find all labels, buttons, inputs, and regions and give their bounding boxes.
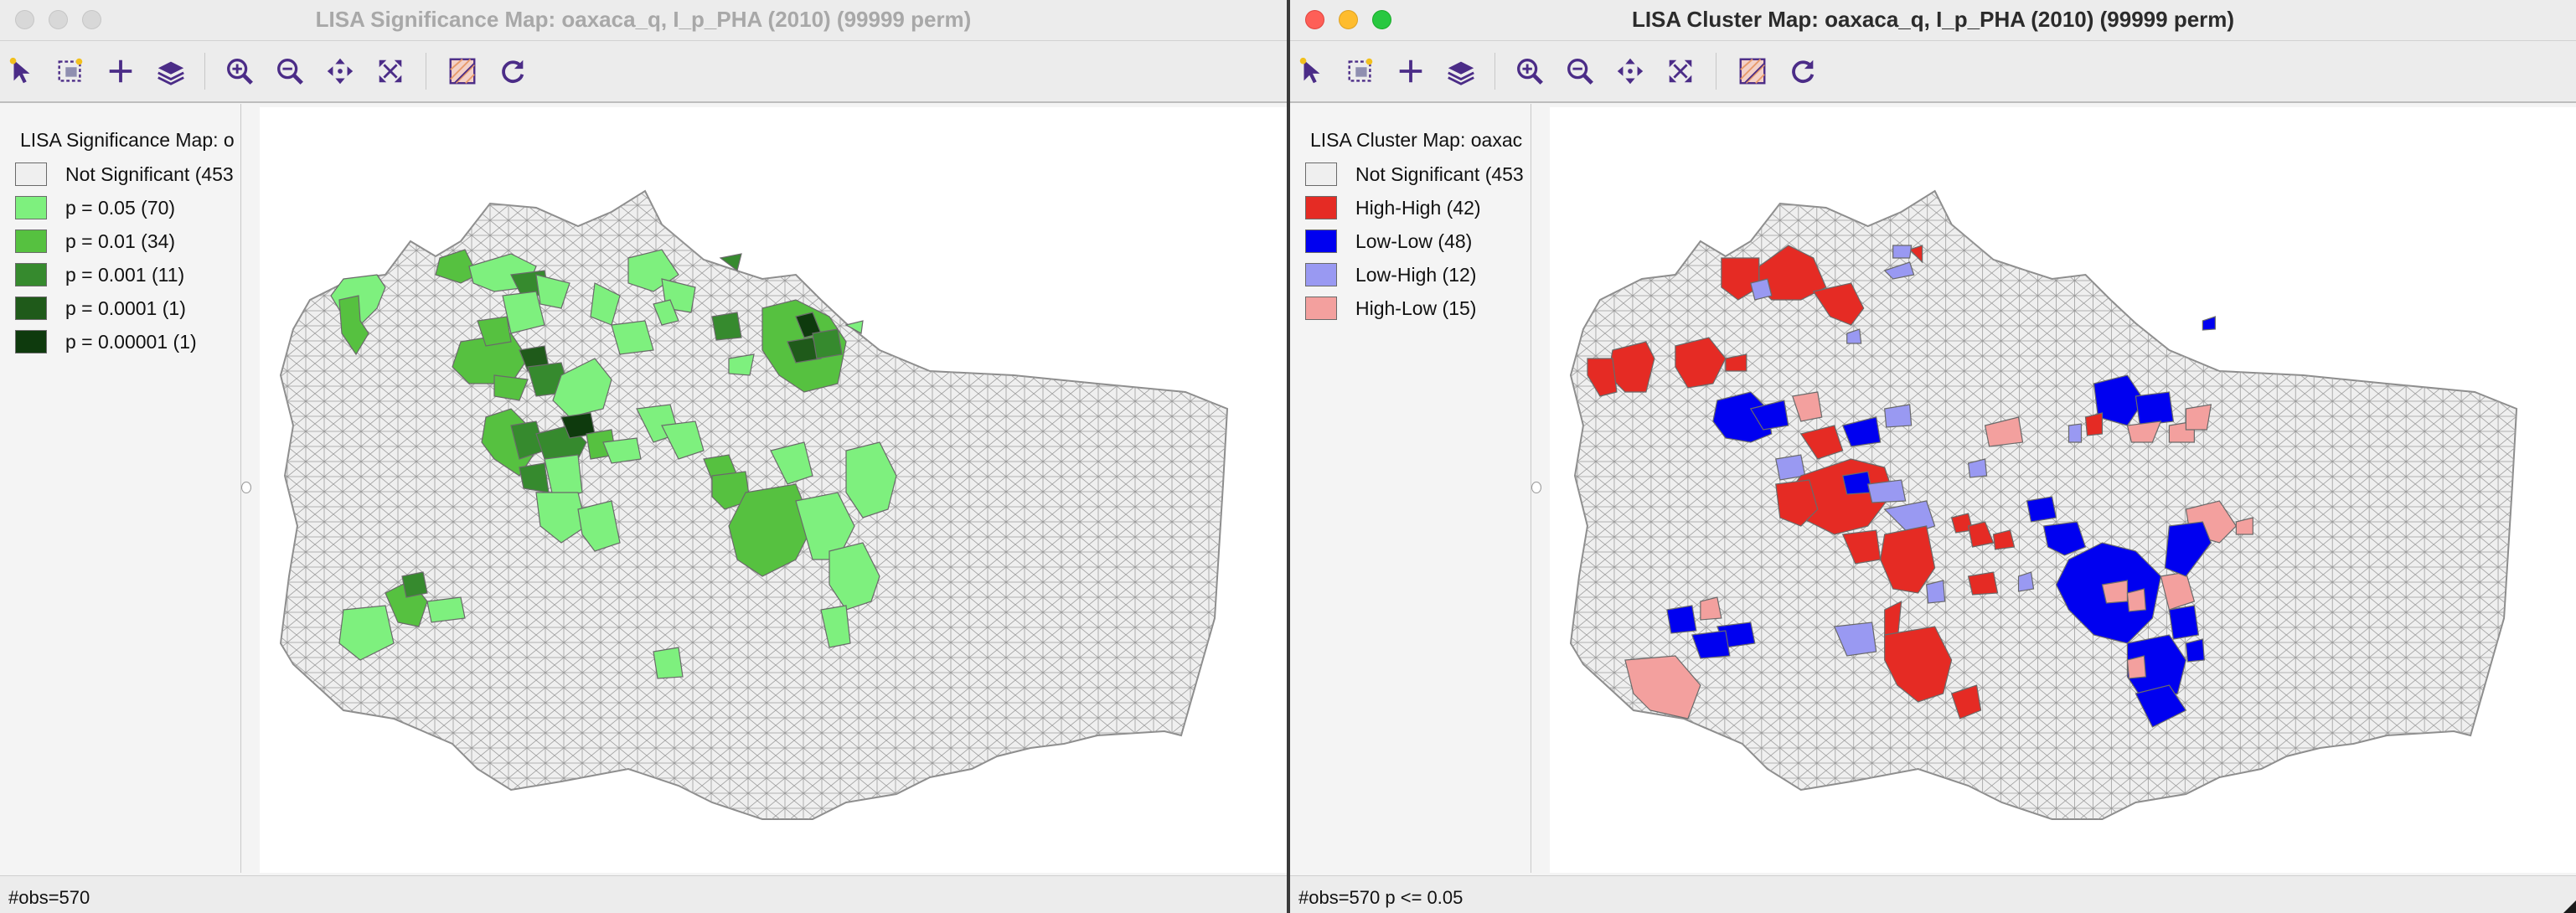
zoom-out-icon[interactable] <box>273 54 307 88</box>
legend-label: Low-High (12) <box>1355 263 1477 286</box>
map-canvas[interactable] <box>260 107 1287 873</box>
legend-label: Not Significant (453 <box>65 162 234 185</box>
legend-item-low-low[interactable]: Low-Low (48) <box>1305 228 1472 255</box>
add-plus-icon[interactable] <box>1394 54 1427 88</box>
toolbar-separator <box>1494 53 1495 90</box>
legend-label: p = 0.05 (70) <box>65 196 176 219</box>
legend-swatch <box>15 162 47 186</box>
legend-swatch <box>1305 230 1337 253</box>
legend-swatch <box>15 263 47 286</box>
fit-extent-icon[interactable] <box>1664 54 1697 88</box>
legend-swatch <box>1305 196 1337 219</box>
legend-label: High-Low (15) <box>1355 297 1477 319</box>
legend-item-not-significant[interactable]: Not Significant (453 <box>15 161 234 188</box>
title-bar: LISA Significance Map: oaxaca_q, I_p_PHA… <box>0 0 1287 41</box>
legend-title: LISA Significance Map: o <box>20 129 235 151</box>
legend-swatch <box>1305 297 1337 320</box>
legend-label: High-High (42) <box>1355 196 1481 219</box>
legend-swatch <box>15 196 47 219</box>
select-arrow-icon[interactable] <box>1295 54 1329 88</box>
splitter-handle[interactable] <box>241 482 251 493</box>
legend-label: p = 0.00001 (1) <box>65 330 197 353</box>
window-title: LISA Significance Map: oaxaca_q, I_p_PHA… <box>315 7 972 32</box>
map-legend: LISA Cluster Map: oaxac Not Significant … <box>1290 104 1531 873</box>
status-bar: #obs=570 p <= 0.05 <box>1290 875 2576 913</box>
legend-swatch <box>1305 263 1337 286</box>
legend-item-p-000001[interactable]: p = 0.00001 (1) <box>15 328 197 355</box>
legend-item-p-005[interactable]: p = 0.05 (70) <box>15 194 175 221</box>
status-text: #obs=570 <box>8 887 90 908</box>
legend-item-high-high[interactable]: High-High (42) <box>1305 194 1481 221</box>
basemap-icon[interactable] <box>446 54 479 88</box>
legend-label: Not Significant (453 <box>1355 162 1524 185</box>
zoom-in-icon[interactable] <box>223 54 256 88</box>
toolbar <box>0 41 1287 103</box>
select-arrow-icon[interactable] <box>5 54 39 88</box>
legend-item-p-0001[interactable]: p = 0.001 (11) <box>15 261 184 288</box>
basemap-icon[interactable] <box>1736 54 1769 88</box>
status-text: #obs=570 p <= 0.05 <box>1298 887 1464 908</box>
legend-label: p = 0.001 (11) <box>65 263 185 286</box>
legend-item-p-001[interactable]: p = 0.01 (34) <box>15 228 175 255</box>
legend-label: p = 0.01 (34) <box>65 230 176 252</box>
refresh-icon[interactable] <box>496 54 529 88</box>
status-bar: #obs=570 <box>0 875 1287 913</box>
legend-swatch <box>15 330 47 353</box>
pan-icon[interactable] <box>323 54 357 88</box>
legend-item-not-significant[interactable]: Not Significant (453 <box>1305 161 1524 188</box>
oaxaca-choropleth-map <box>279 189 1229 820</box>
legend-item-p-00001[interactable]: p = 0.0001 (1) <box>15 295 186 322</box>
splitter-handle[interactable] <box>1531 482 1541 493</box>
title-bar: LISA Cluster Map: oaxaca_q, I_p_PHA (201… <box>1290 0 2576 41</box>
map-canvas[interactable] <box>1550 107 2576 873</box>
select-table-icon[interactable] <box>1344 54 1377 88</box>
layers-icon[interactable] <box>154 54 188 88</box>
fit-extent-icon[interactable] <box>374 54 407 88</box>
refresh-icon[interactable] <box>1786 54 1820 88</box>
select-table-icon[interactable] <box>54 54 87 88</box>
oaxaca-cluster-map <box>1569 189 2518 820</box>
pan-icon[interactable] <box>1613 54 1647 88</box>
cluster-map-window: LISA Cluster Map: oaxaca_q, I_p_PHA (201… <box>1290 0 2576 913</box>
legend-item-high-low[interactable]: High-Low (15) <box>1305 295 1476 322</box>
legend-item-low-high[interactable]: Low-High (12) <box>1305 261 1476 288</box>
resize-grip-icon[interactable] <box>2563 900 2576 913</box>
legend-label: p = 0.0001 (1) <box>65 297 186 319</box>
toolbar-separator <box>204 53 205 90</box>
legend-title: LISA Cluster Map: oaxac <box>1310 129 1523 151</box>
window-title: LISA Cluster Map: oaxaca_q, I_p_PHA (201… <box>1631 7 2235 32</box>
zoom-in-icon[interactable] <box>1513 54 1546 88</box>
toolbar <box>1290 41 2576 103</box>
significance-map-window: LISA Significance Map: oaxaca_q, I_p_PHA… <box>0 0 1287 913</box>
map-legend: LISA Significance Map: o Not Significant… <box>0 104 241 873</box>
legend-label: Low-Low (48) <box>1355 230 1473 252</box>
zoom-out-icon[interactable] <box>1563 54 1597 88</box>
add-plus-icon[interactable] <box>104 54 137 88</box>
legend-swatch <box>1305 162 1337 186</box>
legend-swatch <box>15 230 47 253</box>
legend-swatch <box>15 297 47 320</box>
layers-icon[interactable] <box>1444 54 1478 88</box>
